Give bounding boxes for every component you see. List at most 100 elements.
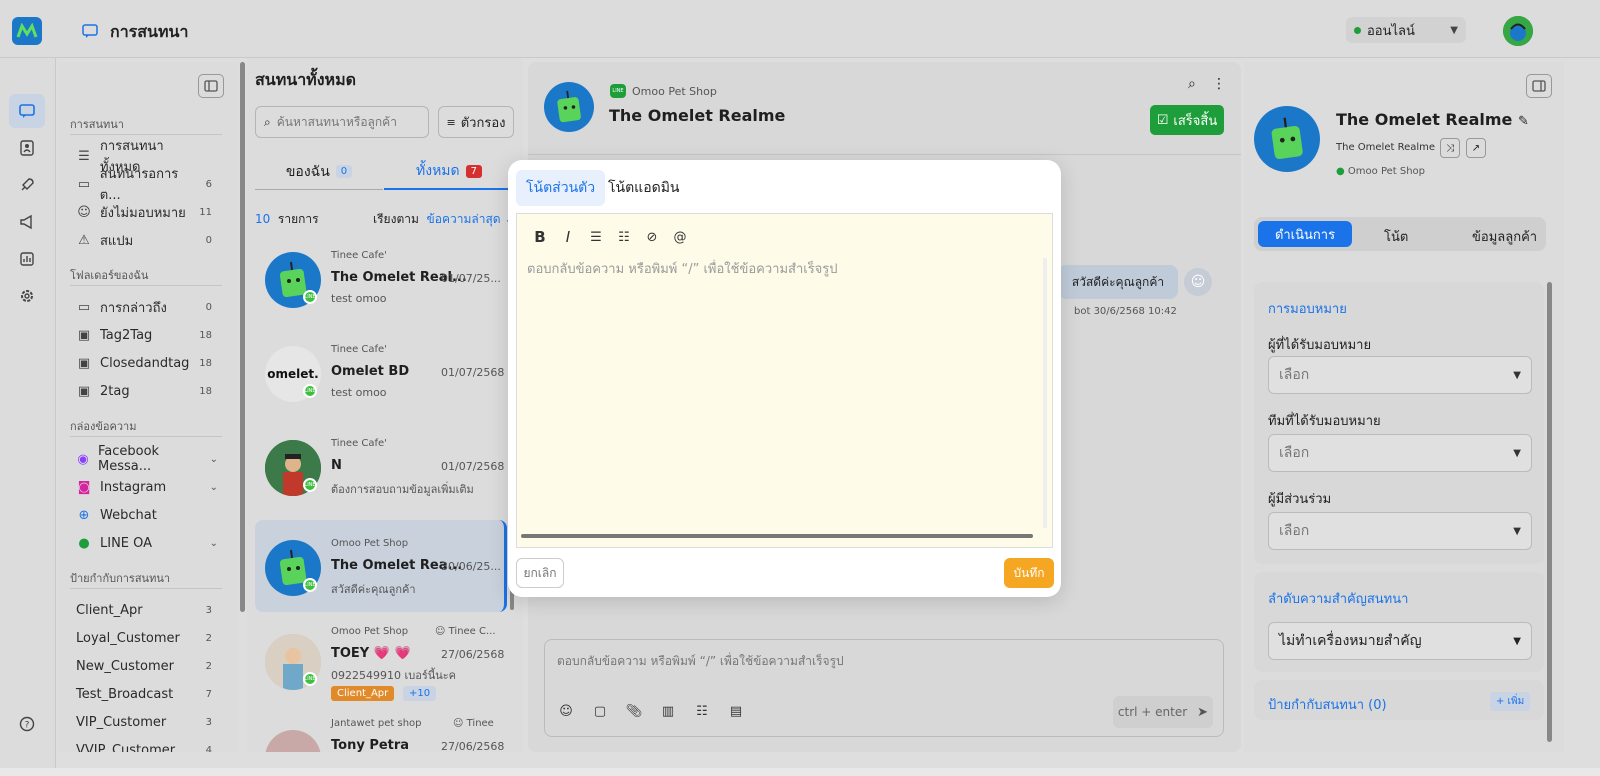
chat-avatar (544, 82, 594, 132)
send-button[interactable]: ctrl + enter ➤ (1113, 696, 1213, 728)
status-label: ออนไลน์ (1367, 23, 1415, 39)
tab-mine[interactable]: ของฉัน 0 (255, 154, 383, 190)
paperclip-icon[interactable]: ⊘ (641, 226, 663, 248)
sticker-icon[interactable]: ▢ (589, 700, 611, 722)
section-chat: การสนทนา (70, 118, 124, 131)
chevron-down-icon: ▼ (1513, 525, 1521, 537)
more-tags-chip[interactable]: +10 (403, 686, 437, 701)
nav-chat-icon[interactable] (9, 94, 45, 128)
chevron-down-icon: ⌄ (209, 481, 218, 493)
line-badge-icon: LINE (303, 478, 317, 492)
quick-reply-icon[interactable]: ☷ (691, 700, 713, 722)
team-select[interactable]: เลือก ▼ (1268, 434, 1532, 472)
merge-icon[interactable]: ⤨ (1440, 138, 1460, 158)
tag-item[interactable]: Test_Broadcast 7 (76, 680, 212, 708)
tab-all[interactable]: ทั้งหมด 7 (384, 154, 514, 190)
conversation-list: สนทนาทั้งหมด ⌕ ค้นหาสนทนาหรือลูกค้า ≡ ตั… (247, 58, 523, 752)
line-badge-icon: LINE (303, 672, 317, 686)
help-icon[interactable]: ? (19, 716, 35, 732)
list-item[interactable]: LINE Omoo Pet Shop ☺ Tinee C... TOEY 💗 💗… (255, 618, 517, 710)
tag-item[interactable]: New_Customer 2 (76, 652, 212, 680)
sort-select[interactable]: เรียงตาม ข้อความล่าสุด ⌄ (373, 210, 514, 229)
editor-vscroll[interactable] (1043, 258, 1047, 528)
tag-item[interactable]: Loyal_Customer 2 (76, 624, 212, 652)
sidebar-item-facebook[interactable]: ◉ Facebook Messa... ⌄ (76, 444, 218, 474)
tag-item[interactable]: VIP_Customer 3 (76, 708, 212, 736)
sidebar-item-line[interactable]: ● LINE OA ⌄ (76, 529, 218, 557)
section-folders: โฟลเดอร์ของฉัน (70, 269, 149, 282)
sidebar-item-instagram[interactable]: ◙ Instagram ⌄ (76, 473, 218, 501)
line-badge-icon: LINE (303, 578, 317, 592)
chevron-down-icon: ▼ (1513, 447, 1521, 459)
chat-title: The Omelet Realme (609, 106, 786, 125)
report-icon[interactable] (19, 251, 35, 267)
list-item[interactable]: omelet. LINE Tinee Cafe' Omelet BD 01/07… (255, 332, 517, 424)
sidebar-item-tag2tag[interactable]: ▣ Tag2Tag 18 (76, 321, 212, 349)
chat-list-icon: ☰ (78, 148, 90, 164)
list-item[interactable]: LINE Tinee Cafe' N 01/07/2568 ต้องการสอบ… (255, 426, 517, 518)
status-select[interactable]: ออนไลน์ ▼ (1346, 17, 1466, 43)
filter-button[interactable]: ≡ ตัวกรอง (438, 106, 514, 138)
rocket-icon[interactable] (19, 177, 35, 193)
tab-private-note[interactable]: โน้ตส่วนตัว (516, 170, 606, 206)
priority-select[interactable]: ไม่ทำเครื่องหมายสำคัญ ▼ (1268, 622, 1532, 660)
note-editor[interactable]: B I ☰ ☷ ⊘ @ ตอบกลับข้อความ หรือพิมพ์ “/”… (516, 213, 1053, 548)
profile-name: The Omelet Realme ✎ (1336, 110, 1529, 129)
emoji-icon[interactable]: ☺ (555, 700, 577, 722)
list-item-selected[interactable]: LINE Omoo Pet Shop The Omelet Rea... 30/… (255, 520, 507, 612)
save-button[interactable]: บันทึก (1004, 558, 1054, 588)
bold-button[interactable]: B (529, 226, 551, 248)
finish-button[interactable]: ☑ เสร็จสิ้น (1150, 105, 1224, 135)
more-vertical-icon[interactable]: ⋮ (1212, 76, 1226, 92)
contacts-icon[interactable] (19, 140, 35, 156)
sidebar-item-mentions[interactable]: ▭ การกล่าวถึง 0 (76, 293, 212, 321)
tab-admin-note[interactable]: โน้ตแอดมิน (608, 177, 680, 199)
tag-item[interactable]: VVIP_Customer 4 (76, 736, 212, 753)
cancel-button[interactable]: ยกเลิก (516, 558, 564, 588)
audio-icon[interactable]: ▥ (657, 700, 679, 722)
profile-scrollbar[interactable] (1547, 282, 1552, 742)
collapse-sidebar-icon[interactable] (198, 74, 224, 98)
sidebar-item-2tag[interactable]: ▣ 2tag 18 (76, 377, 212, 405)
composer[interactable]: ตอบกลับข้อความ หรือพิมพ์ “/” เพื่อใช้ข้อ… (544, 639, 1224, 737)
section-tags: ป้ายกำกับการสนทนา (70, 572, 171, 585)
external-link-icon[interactable]: ↗ (1466, 138, 1486, 158)
add-tag-button[interactable]: + เพิ่ม (1490, 692, 1531, 711)
list-item[interactable]: LINE Tinee Cafe' The Omelet Real... 01/0… (255, 238, 517, 330)
gear-icon[interactable] (19, 288, 35, 304)
tab-action[interactable]: ดำเนินการ (1258, 221, 1352, 247)
sidebar-item-closedandtag[interactable]: ▣ Closedandtag 18 (76, 349, 212, 377)
chevron-down-icon: ▼ (1513, 635, 1521, 647)
mention-button[interactable]: @ (669, 226, 691, 248)
page-title: การสนทนา (110, 22, 189, 41)
numbered-list-icon[interactable]: ☷ (613, 226, 635, 248)
tab-note[interactable]: โน้ต (1384, 226, 1408, 247)
app-logo[interactable] (12, 17, 42, 45)
megaphone-icon[interactable] (19, 214, 35, 230)
user-avatar[interactable] (1503, 16, 1533, 46)
bullet-list-icon[interactable]: ☰ (585, 226, 607, 248)
tab-customer-info[interactable]: ข้อมูลลูกค้า (1472, 226, 1537, 247)
participant-select[interactable]: เลือก ▼ (1268, 512, 1532, 550)
search-icon[interactable]: ⌕ (1188, 76, 1196, 92)
profile-tabs: ดำเนินการ โน้ต ข้อมูลลูกค้า (1254, 217, 1546, 251)
italic-button[interactable]: I (557, 226, 579, 248)
assign-card: การมอบหมาย ผู้ที่ได้รับมอบหมาย เลือก ▼ ที… (1254, 282, 1544, 564)
note-modal: โน้ตส่วนตัว โน้ตแอดมิน B I ☰ ☷ ⊘ @ ตอบกล… (508, 160, 1061, 597)
search-input[interactable]: ⌕ ค้นหาสนทนาหรือลูกค้า (255, 106, 429, 138)
note-placeholder: ตอบกลับข้อความ หรือพิมพ์ “/” เพื่อใช้ข้อ… (527, 262, 838, 277)
sidebar-scrollbar[interactable] (240, 62, 245, 612)
list-title: สนทนาทั้งหมด (255, 70, 357, 89)
sidebar-item-webchat[interactable]: ⊕ Webchat (76, 501, 218, 529)
tag-item[interactable]: Client_Apr 3 (76, 596, 212, 624)
chevron-down-icon: ⌄ (209, 453, 218, 465)
list-item[interactable]: Jantawet pet shop ☺ Tinee Tony Petra 27/… (255, 712, 517, 752)
user-plus-icon: ☺ (77, 204, 91, 220)
sidebar-item-spam[interactable]: ⚠ สแปม 0 (76, 226, 212, 254)
sidebar-item-waiting[interactable]: ▭ สนทนารอการต... 6 (76, 167, 212, 203)
paperclip-icon[interactable]: 📎︎ (623, 700, 645, 722)
collapse-profile-icon[interactable] (1526, 74, 1552, 98)
assignee-select[interactable]: เลือก ▼ (1268, 356, 1532, 394)
editor-hscroll[interactable] (521, 534, 1033, 538)
document-icon[interactable]: ▤ (725, 700, 747, 722)
